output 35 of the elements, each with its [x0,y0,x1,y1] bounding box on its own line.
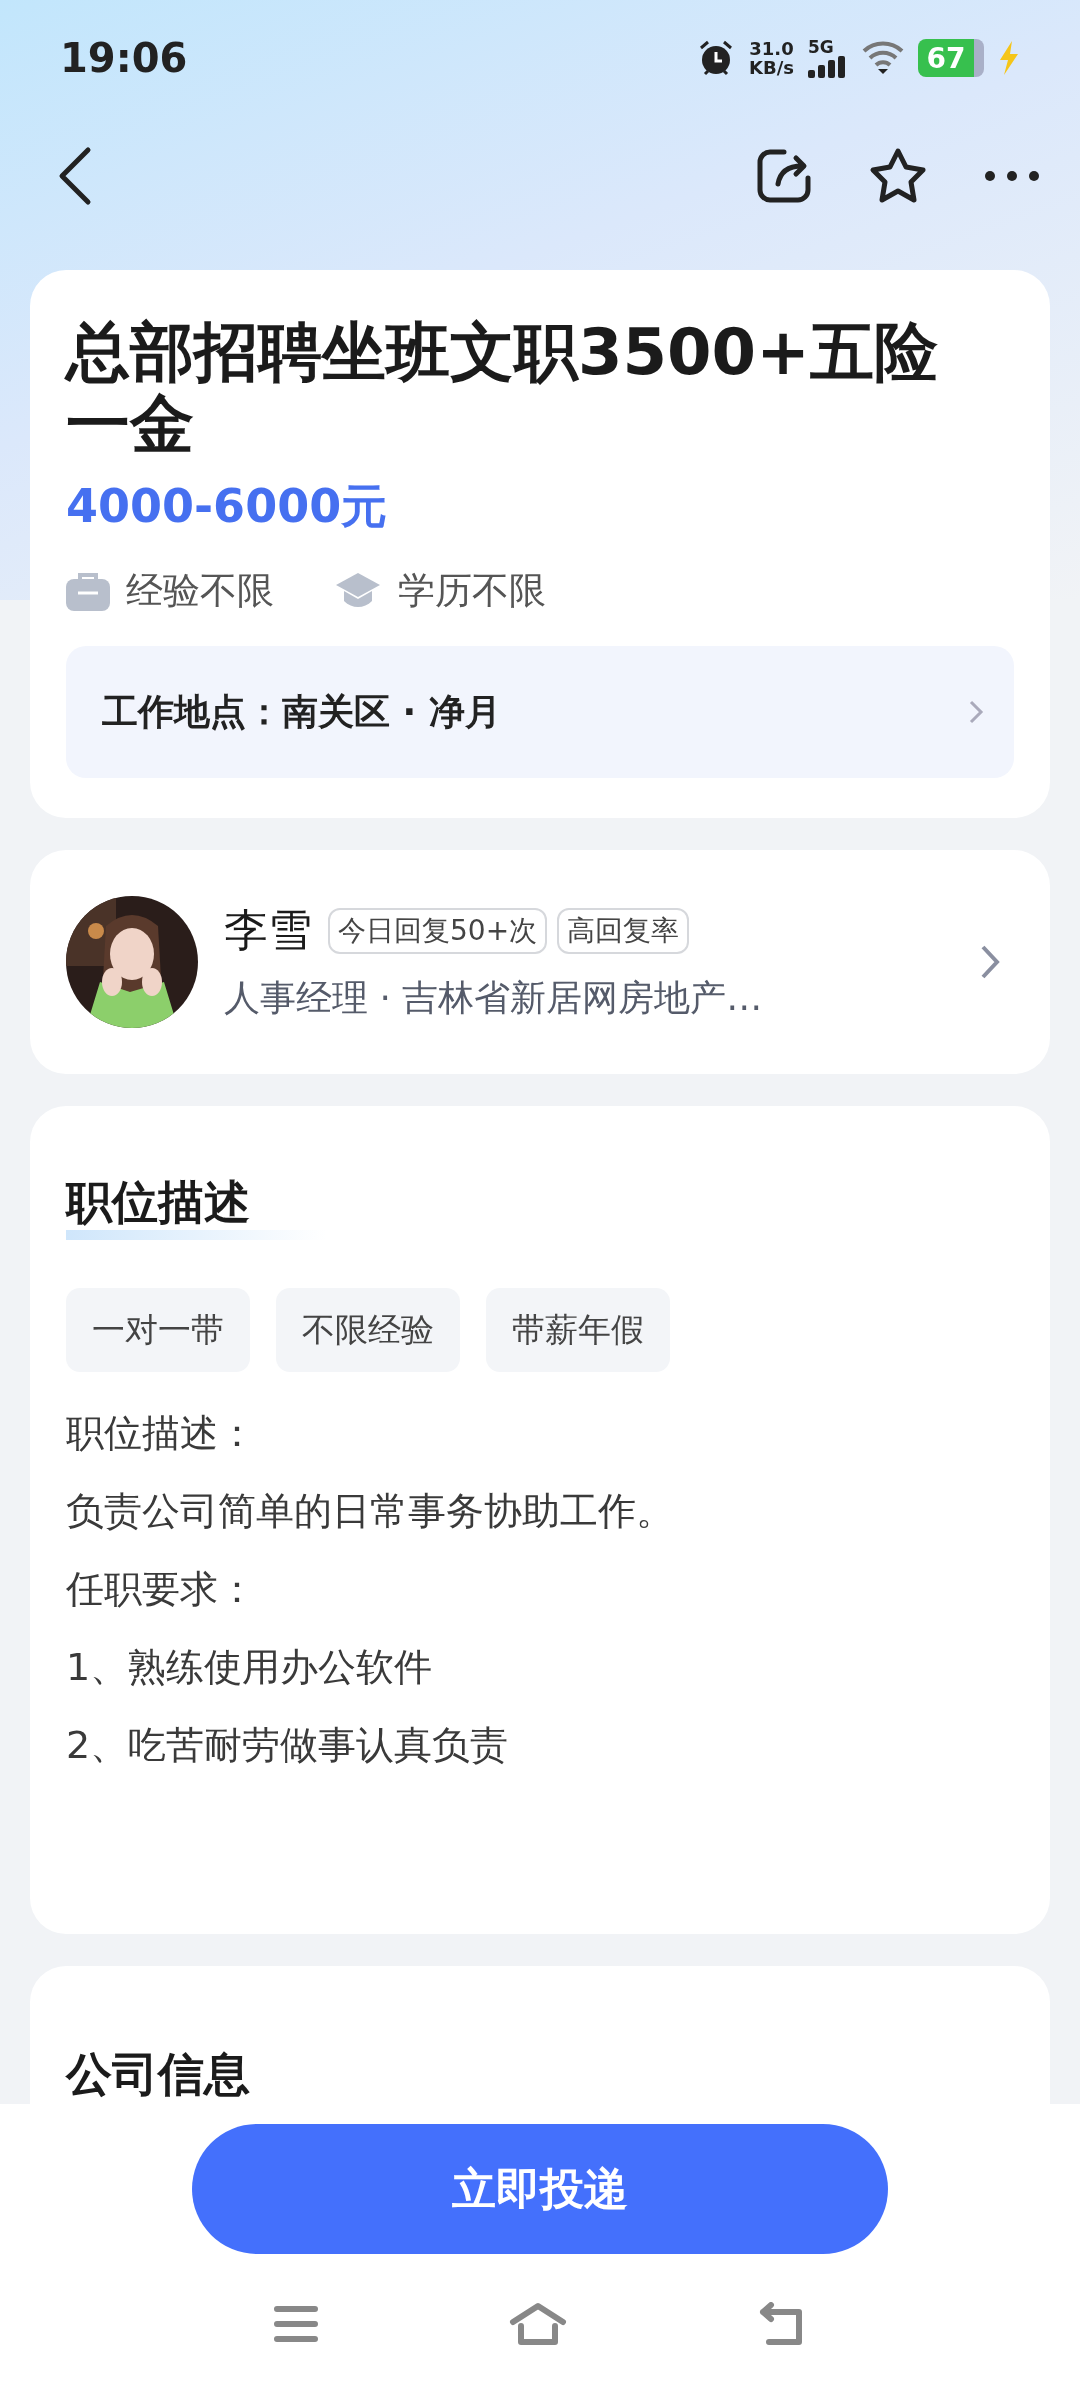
section-heading: 公司信息 [66,2046,251,2103]
description-line: 任职要求： [66,1566,257,1613]
clock-time: 19:06 [60,35,188,81]
apply-button[interactable]: 立即投递 [192,2124,888,2254]
description-line: 职位描述： [66,1410,257,1457]
reply-badge: 高回复率 [557,907,690,954]
benefit-tag: 带薪年假 [486,1288,670,1372]
menu-icon[interactable] [273,2305,319,2343]
briefcase-icon [66,571,110,611]
salary-range: 4000-6000元 [66,478,389,535]
network-speed: 31.0 [749,39,794,58]
network-type: 5G [808,38,835,56]
share-icon[interactable] [756,148,812,204]
description-line: 1、熟练使用办公软件 [66,1644,434,1691]
chevron-right-icon [968,699,984,725]
speed-unit: KB/s [749,58,794,77]
requirement-label: 经验不限 [126,568,274,614]
benefit-tag: 一对一带 [66,1288,250,1372]
star-icon[interactable] [868,147,928,205]
benefit-tag: 不限经验 [276,1288,460,1372]
home-icon[interactable] [509,2302,567,2346]
recruiter-role: 人事经理 · 吉林省新居网房地产… [224,976,764,1020]
reply-badge: 今日回复50+次 [328,907,548,954]
more-icon[interactable] [984,170,1040,182]
charging-icon [998,41,1020,75]
requirement-label: 学历不限 [398,568,546,614]
description-line: 负责公司简单的日常事务协助工作。 [66,1488,675,1535]
wifi-icon [862,41,904,75]
chevron-right-icon [980,944,1000,980]
description-line: 2、吃苦耐劳做事认真负责 [66,1722,510,1769]
signal-icon [808,56,848,78]
job-title: 总部招聘坐班文职3500+五险一金 [66,316,939,460]
location-row[interactable]: 工作地点：南关区 · 净月 [66,646,1014,778]
recruiter-name: 李雪 [224,903,312,957]
work-location: 工作地点：南关区 · 净月 [102,689,501,734]
